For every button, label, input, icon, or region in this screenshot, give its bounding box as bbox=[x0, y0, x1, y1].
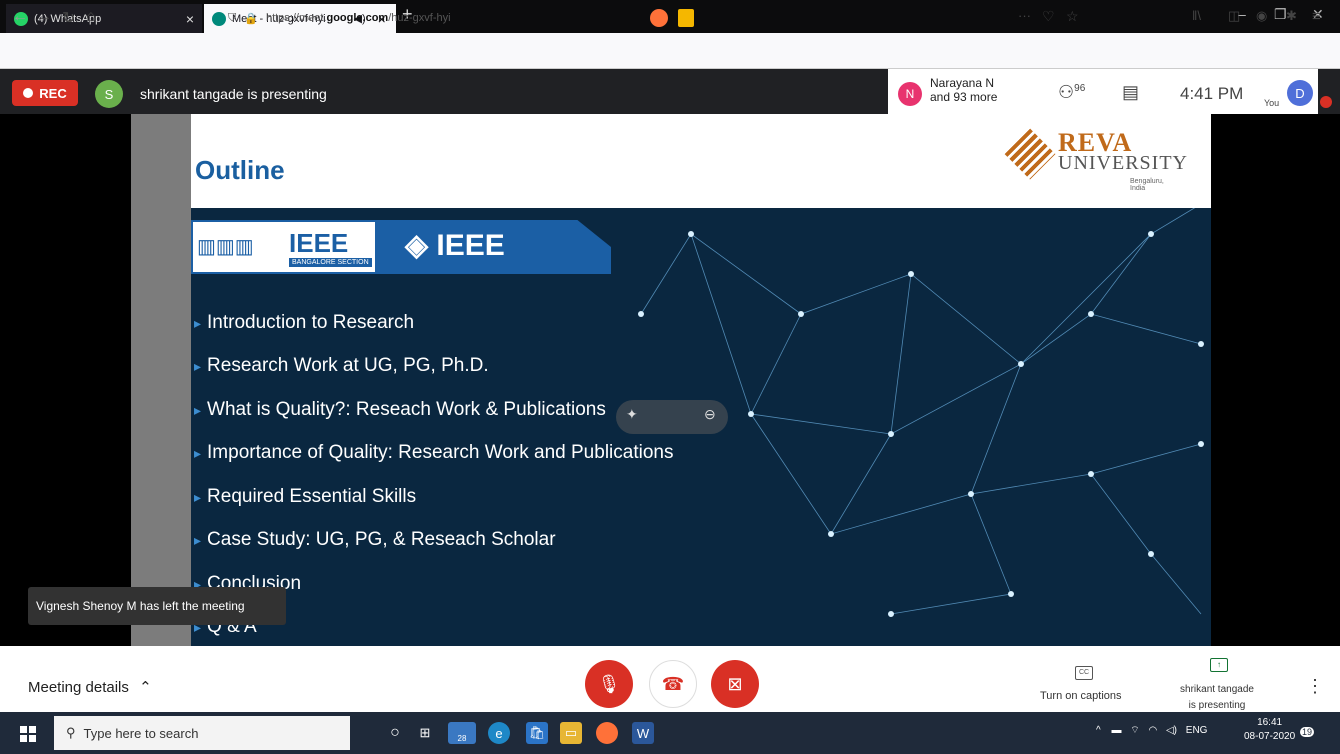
camera-off-button[interactable]: ⊠ bbox=[711, 660, 759, 708]
presenting-label: shrikant tangade is presenting bbox=[140, 86, 327, 102]
outline-item: Case Study: UG, PG, & Reseach Scholar bbox=[194, 529, 556, 551]
mic-off-icon: 🎙︎ bbox=[597, 673, 621, 694]
people-icon: ⚇ bbox=[1058, 82, 1075, 102]
self-avatar[interactable]: D bbox=[1287, 80, 1313, 106]
taskbar-clock[interactable]: 16:41 08-07-2020 bbox=[1244, 716, 1295, 744]
more-options-icon[interactable]: ⋮ bbox=[1306, 676, 1324, 697]
you-label: You bbox=[1264, 98, 1280, 108]
ieee-left-text: IEEE bbox=[289, 228, 349, 258]
reload-icon[interactable]: ↻ bbox=[62, 8, 75, 28]
task-view-icon[interactable]: ⊞ bbox=[414, 722, 436, 744]
presenter-avatar: S bbox=[95, 80, 123, 108]
record-dot-icon bbox=[23, 88, 34, 98]
notification-count: 19 bbox=[1300, 727, 1315, 737]
outline-item: Required Essential Skills bbox=[194, 486, 416, 508]
sidebar-icon[interactable]: ◫ bbox=[1228, 8, 1240, 24]
muted-badge-icon bbox=[1320, 96, 1332, 108]
battery-icon[interactable]: ▬ bbox=[1111, 725, 1121, 736]
outline-item: Importance of Quality: Research Work and… bbox=[194, 442, 673, 464]
notification-center-icon[interactable]: 19 bbox=[1300, 722, 1320, 742]
captions-label[interactable]: Turn on captions bbox=[1040, 690, 1122, 702]
recording-badge: REC bbox=[12, 80, 78, 106]
back-icon[interactable]: ← bbox=[12, 8, 28, 26]
participant-more: and 93 more bbox=[930, 90, 998, 104]
slide-side-band bbox=[131, 114, 191, 646]
present-icon[interactable]: ↑ bbox=[1210, 658, 1228, 672]
page-actions-icon[interactable]: ··· bbox=[1018, 8, 1031, 23]
search-icon: ⚲ bbox=[66, 725, 76, 740]
shield-icon[interactable]: ⛉ bbox=[228, 12, 236, 25]
home-icon[interactable]: ⌂ bbox=[86, 8, 96, 26]
extensions-icon[interactable]: ✱ bbox=[1286, 8, 1297, 24]
cortana-icon[interactable]: ○ bbox=[384, 722, 406, 744]
people-button[interactable]: ⚇96 bbox=[1058, 82, 1085, 103]
chat-icon[interactable]: ▤ bbox=[1122, 82, 1139, 103]
ieee-bangalore-logo: ▥▥▥ IEEE BANGALORE SECTION bbox=[193, 222, 375, 272]
word-icon[interactable]: W bbox=[632, 722, 654, 744]
navigation-bar bbox=[0, 33, 1340, 69]
store-badge: 28 bbox=[457, 733, 467, 743]
outline-item: What is Quality?: Reseach Work & Publica… bbox=[194, 399, 606, 421]
presenting-line1: shrikant tangade bbox=[1180, 684, 1254, 695]
hang-up-icon: ☎ bbox=[661, 673, 685, 694]
meet-icon bbox=[212, 11, 226, 26]
volume-icon[interactable]: ◁) bbox=[1166, 725, 1177, 736]
outline-item: Introduction to Research bbox=[194, 312, 414, 334]
system-tray[interactable]: ^ ▬ ⌔ ◠ ◁) ENG bbox=[1096, 724, 1207, 737]
store-icon[interactable]: 28 bbox=[448, 722, 476, 744]
clock-time: 16:41 bbox=[1257, 717, 1283, 728]
search-placeholder: Type here to search bbox=[83, 725, 199, 741]
tile-overlay-controls[interactable]: ✦ ⊖ bbox=[616, 400, 728, 434]
building-icon: ▥▥▥ bbox=[197, 236, 254, 258]
logo-location: Bengaluru, India bbox=[1130, 178, 1164, 192]
bag-icon[interactable]: 🛍 bbox=[526, 722, 548, 744]
logo-uni: UNIVERSITY bbox=[1058, 152, 1188, 174]
url-bar[interactable]: ⛉ 🔒 https://meet.google.com/huz-gxvf-hyi bbox=[228, 6, 1088, 30]
remove-icon[interactable]: ⊖ bbox=[704, 406, 716, 423]
leave-call-button[interactable]: ☎ bbox=[649, 660, 697, 708]
edge-icon[interactable]: e bbox=[488, 722, 510, 744]
meeting-details-button[interactable]: Meeting details ⌃ bbox=[28, 678, 152, 696]
library-icon[interactable]: ‖\ bbox=[1192, 8, 1201, 23]
participant-name: Narayana N bbox=[930, 76, 995, 90]
pocket-icon[interactable]: ♡ bbox=[1042, 8, 1055, 25]
people-count: 96 bbox=[1074, 83, 1086, 94]
notification-toast: Vignesh Shenoy M has left the meeting bbox=[28, 587, 286, 625]
rec-label: REC bbox=[39, 85, 67, 101]
ieee-logo: ◈ IEEE bbox=[405, 228, 505, 263]
close-tab-icon[interactable]: × bbox=[186, 11, 194, 27]
camera-off-icon: ⊠ bbox=[727, 673, 743, 694]
pin-icon[interactable]: ✦ bbox=[626, 406, 638, 423]
lock-icon[interactable]: 🔒 bbox=[244, 12, 258, 25]
language-indicator[interactable]: ENG bbox=[1186, 725, 1208, 736]
ieee-right-text: IEEE bbox=[436, 229, 505, 262]
account-icon[interactable]: ◉ bbox=[1256, 8, 1267, 24]
captions-icon[interactable]: CC bbox=[1075, 666, 1093, 680]
network-icon[interactable]: ⌔ bbox=[1130, 725, 1139, 736]
forward-icon[interactable]: → bbox=[36, 8, 52, 26]
chevron-up-icon: ⌃ bbox=[139, 679, 152, 696]
wifi-icon[interactable]: ◠ bbox=[1148, 725, 1157, 736]
participant-summary[interactable]: Narayana N and 93 more bbox=[930, 76, 997, 104]
firefox-taskbar-icon[interactable] bbox=[596, 722, 618, 744]
meeting-time: 4:41 PM bbox=[1180, 84, 1244, 103]
outline-item: Research Work at UG, PG, Ph.D. bbox=[194, 355, 489, 377]
restore-icon[interactable]: ❐ bbox=[1274, 6, 1287, 23]
bookmark-star-icon[interactable]: ☆ bbox=[1066, 8, 1079, 25]
url-text[interactable]: https://meet.google.com/huz-gxvf-hyi bbox=[266, 12, 451, 24]
file-explorer-icon[interactable]: ▭ bbox=[560, 722, 582, 744]
ieee-diamond-icon: ◈ bbox=[405, 229, 429, 262]
windows-start-icon[interactable] bbox=[20, 726, 36, 742]
mic-off-button[interactable]: 🎙︎ bbox=[585, 660, 633, 708]
meeting-details-label: Meeting details bbox=[28, 679, 129, 696]
chevron-up-icon[interactable]: ^ bbox=[1096, 725, 1101, 736]
participant-avatar: N bbox=[898, 82, 922, 106]
clock-date: 08-07-2020 bbox=[1244, 731, 1296, 742]
menu-icon[interactable]: ≡ bbox=[1312, 8, 1321, 25]
slide-title: Outline bbox=[195, 155, 285, 185]
ieee-section-text: BANGALORE SECTION bbox=[289, 258, 372, 267]
presenting-status[interactable]: shrikant tangade is presenting bbox=[1162, 682, 1272, 714]
taskbar-search[interactable]: ⚲ Type here to search bbox=[54, 716, 350, 750]
